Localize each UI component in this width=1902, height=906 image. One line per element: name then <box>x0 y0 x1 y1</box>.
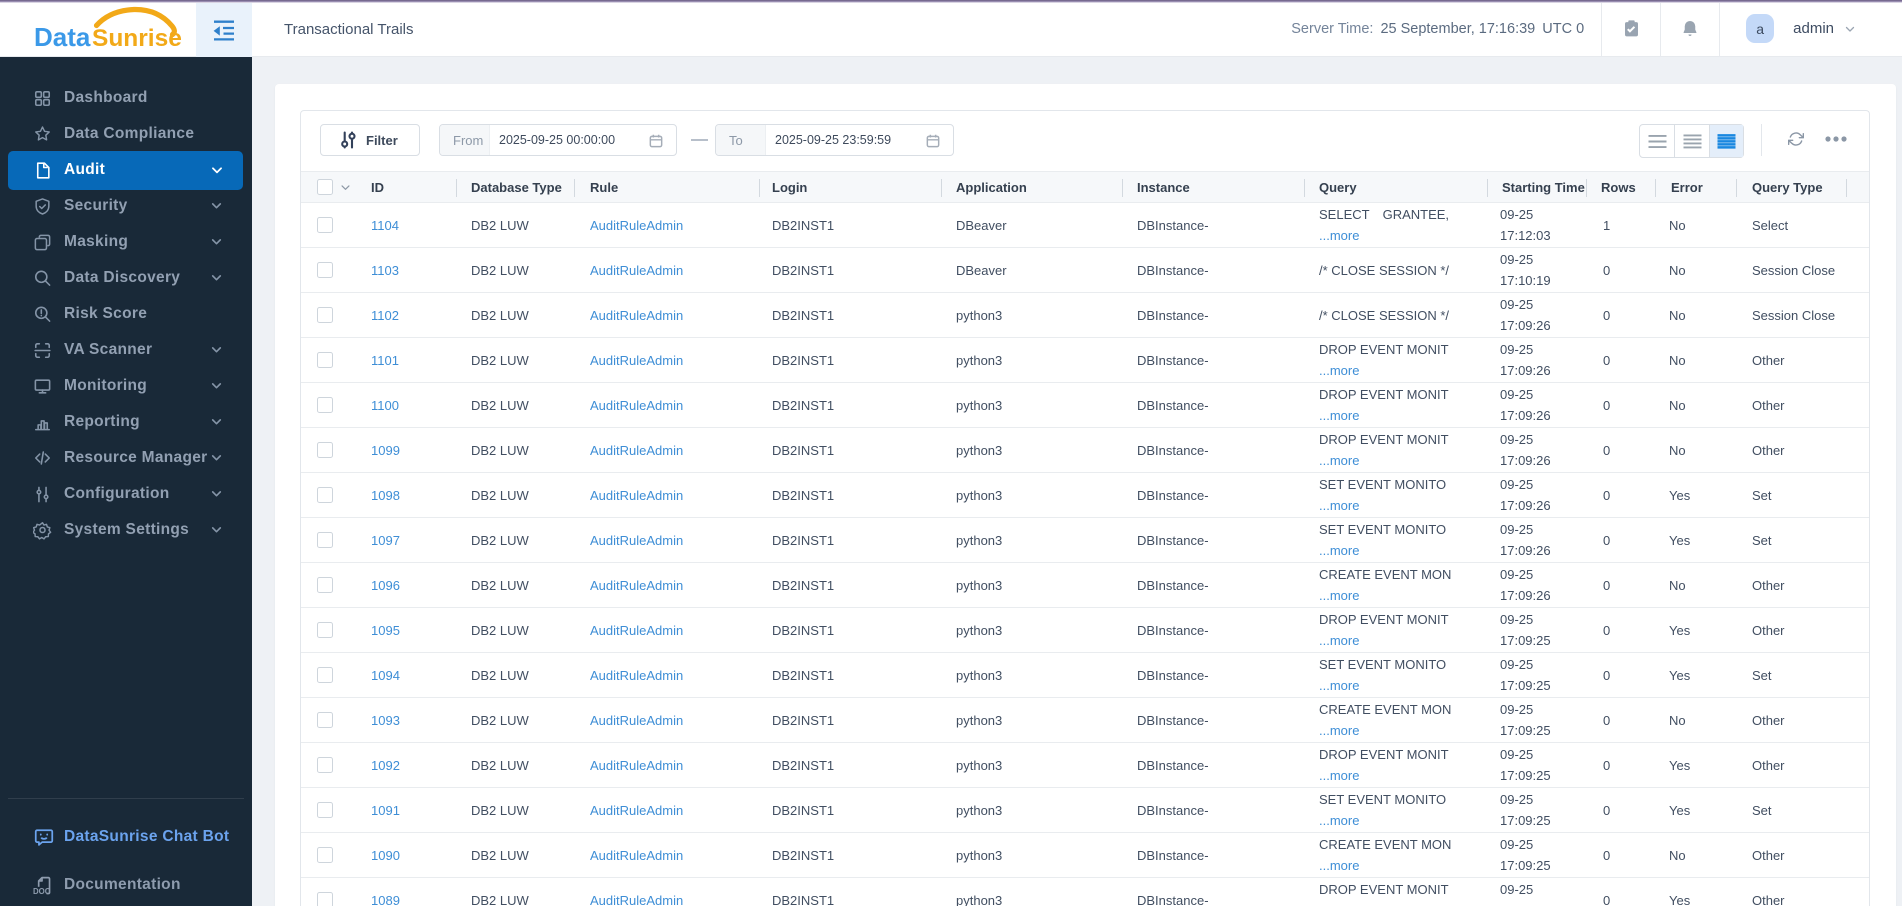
svg-text:Data: Data <box>34 22 91 52</box>
svg-text:Sunrise: Sunrise <box>92 25 182 52</box>
svg-text:DOC: DOC <box>33 887 51 896</box>
